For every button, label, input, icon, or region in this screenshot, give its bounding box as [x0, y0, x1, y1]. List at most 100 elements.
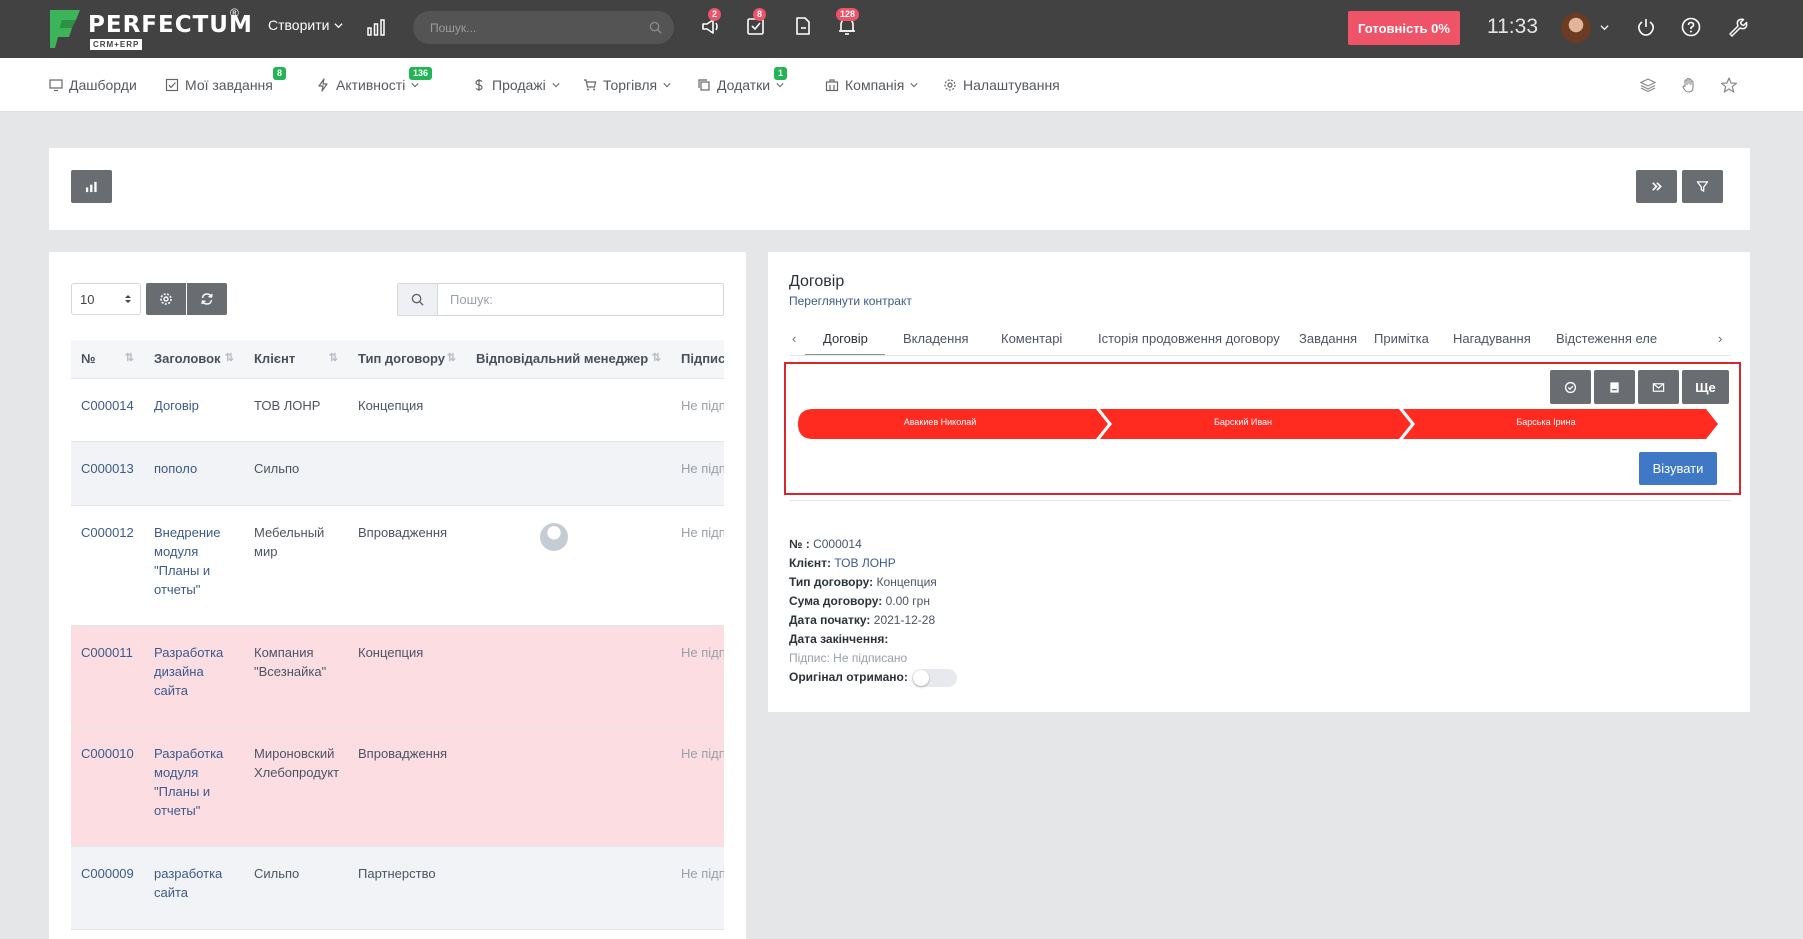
cell-type: Впровадження [348, 505, 466, 626]
approver-name: Барська Ірина [1516, 417, 1576, 427]
toolbar-panel [49, 148, 1750, 230]
cell-type: Концепция [348, 378, 466, 442]
expand-button[interactable] [1636, 170, 1677, 203]
column-header-client[interactable]: Клієнт ⇅ [244, 340, 348, 379]
nav-label: Мої завдання [185, 77, 273, 93]
approve-button[interactable] [1550, 370, 1591, 404]
nav-trade[interactable]: Торгівля [583, 77, 671, 93]
search-icon [649, 21, 662, 34]
documents-button[interactable] [792, 15, 814, 37]
info-start-date: Дата початку: 2021-12-28 [789, 613, 936, 627]
cell-number[interactable]: C000010 [71, 726, 144, 847]
cell-title[interactable]: Договір [144, 378, 244, 442]
global-search[interactable] [413, 11, 674, 44]
tabs-scroll-right[interactable]: › [1718, 331, 1722, 346]
logo-mark-icon [50, 10, 80, 48]
global-search-input[interactable] [430, 20, 649, 35]
nav-label: Торгівля [603, 77, 658, 93]
wrench-icon[interactable] [1726, 16, 1748, 38]
tabs-scroll-left[interactable]: ‹ [792, 331, 796, 346]
nav-activities[interactable]: Активності 136 [316, 67, 433, 93]
active-tab-indicator [805, 354, 885, 355]
columns-settings-button[interactable] [146, 283, 186, 315]
table-row[interactable]: C000014 Договір ТОВ ЛОНР Концепция Не пі… [71, 378, 724, 442]
tab-tasks[interactable]: Завдання [1299, 331, 1357, 346]
email-button[interactable] [1638, 370, 1679, 404]
nav-badge: 8 [273, 67, 287, 80]
tab-renewal-history[interactable]: Історія продовження договору [1098, 331, 1280, 346]
nav-sales[interactable]: Продажі [472, 77, 560, 93]
table-row[interactable]: C000009 разработка сайта Сильпо Партнерс… [71, 846, 724, 930]
table-row[interactable]: C000013 пополо Сильпо Не підп [71, 441, 724, 506]
readiness-button[interactable]: Готовність 0% [1348, 11, 1460, 45]
bar-chart-icon[interactable] [366, 17, 386, 37]
cell-title[interactable]: пополо [144, 441, 244, 506]
tab-attachments[interactable]: Вкладення [903, 331, 969, 346]
chevron-down-icon[interactable] [1600, 23, 1609, 32]
notifications-button[interactable]: 128 [836, 8, 860, 37]
tab-tracking[interactable]: Відстеження еле [1556, 331, 1663, 346]
statistics-button[interactable] [71, 170, 112, 203]
view-contract-link[interactable]: Переглянути контракт [789, 294, 912, 308]
create-dropdown[interactable]: Створити [268, 17, 344, 33]
cell-number[interactable]: C000009 [71, 846, 144, 930]
checkbox-icon [165, 78, 179, 92]
nav-settings[interactable]: Налаштування [943, 77, 1060, 93]
nav-company[interactable]: Компанія [825, 77, 918, 93]
tasks-button[interactable]: 8 [745, 8, 767, 37]
column-header-number[interactable]: № ⇅ [71, 340, 144, 379]
refresh-button[interactable] [187, 283, 227, 315]
template-button[interactable] [1594, 370, 1635, 404]
nav-apps[interactable]: Додатки 1 [697, 67, 788, 93]
star-icon[interactable] [1720, 76, 1738, 94]
page-size-value: 10 [80, 291, 95, 307]
chevron-down-icon [776, 83, 784, 88]
layers-icon[interactable] [1639, 76, 1657, 94]
cell-type [348, 441, 466, 506]
column-header-manager[interactable]: Відповідальний менеджер ⇅ [466, 340, 671, 379]
perfectum-logo[interactable]: PERFECTUM ® CRM+ERP [48, 6, 252, 50]
cell-number[interactable]: C000012 [71, 505, 144, 626]
filter-button[interactable] [1682, 170, 1723, 203]
cell-title[interactable]: Разработка модуля "Планы и отчеты" [144, 726, 244, 847]
cell-number[interactable]: C000011 [71, 625, 144, 727]
nav-dashboards[interactable]: Дашборди [49, 77, 137, 93]
notifications-badge: 128 [836, 8, 860, 21]
column-header-signature[interactable]: Підпис [671, 340, 724, 379]
manager-avatar[interactable] [540, 522, 568, 551]
user-avatar[interactable] [1561, 13, 1591, 43]
table-row[interactable]: C000011 Разработка дизайна сайта Компани… [71, 625, 724, 727]
table-row[interactable]: C000010 Разработка модуля "Планы и отчет… [71, 726, 724, 847]
cell-title[interactable]: разработка сайта [144, 846, 244, 930]
cell-number[interactable]: C000014 [71, 378, 144, 442]
help-icon[interactable] [1680, 16, 1702, 38]
list-search-input[interactable] [438, 284, 718, 315]
cell-number[interactable]: C000013 [71, 441, 144, 506]
more-button[interactable]: Ще [1682, 370, 1729, 404]
power-icon[interactable] [1635, 16, 1657, 38]
client-link[interactable]: ТОВ ЛОНР [834, 556, 895, 570]
cell-type: Партнерство [348, 846, 466, 930]
table-row[interactable]: C000012 Внедрение модуля "Планы и отчеты… [71, 505, 724, 626]
visa-button[interactable]: Візувати [1639, 452, 1717, 485]
tab-reminders[interactable]: Нагадування [1453, 331, 1531, 346]
tab-comments[interactable]: Коментарі [1001, 331, 1062, 346]
cell-client: Сильпо [244, 441, 348, 506]
detail-tabs: ‹ Договір Вкладення Коментарі Історія пр… [789, 317, 1731, 356]
tab-note[interactable]: Примітка [1374, 331, 1429, 346]
column-header-type[interactable]: Тип договору ⇅ [348, 340, 466, 379]
main-navigation: Дашборди Мої завдання 8 Активності 136 П… [0, 58, 1803, 112]
column-header-title[interactable]: Заголовок ⇅ [144, 340, 244, 379]
page-size-select[interactable]: 10 [71, 283, 141, 315]
info-sum: Сума договору: 0.00 грн [789, 594, 930, 608]
nav-my-tasks[interactable]: Мої завдання 8 [165, 67, 287, 93]
nav-badge: 136 [409, 67, 433, 80]
cell-title[interactable]: Внедрение модуля "Планы и отчеты" [144, 505, 244, 626]
hand-icon[interactable] [1680, 76, 1698, 94]
announcements-button[interactable]: 2 [700, 8, 722, 37]
cell-title[interactable]: Разработка дизайна сайта [144, 625, 244, 727]
tab-contract[interactable]: Договір [823, 331, 868, 346]
original-received-toggle[interactable] [911, 668, 957, 687]
cell-client: Мироновский Хлебопродукт [244, 726, 348, 847]
gear-icon [160, 293, 172, 305]
